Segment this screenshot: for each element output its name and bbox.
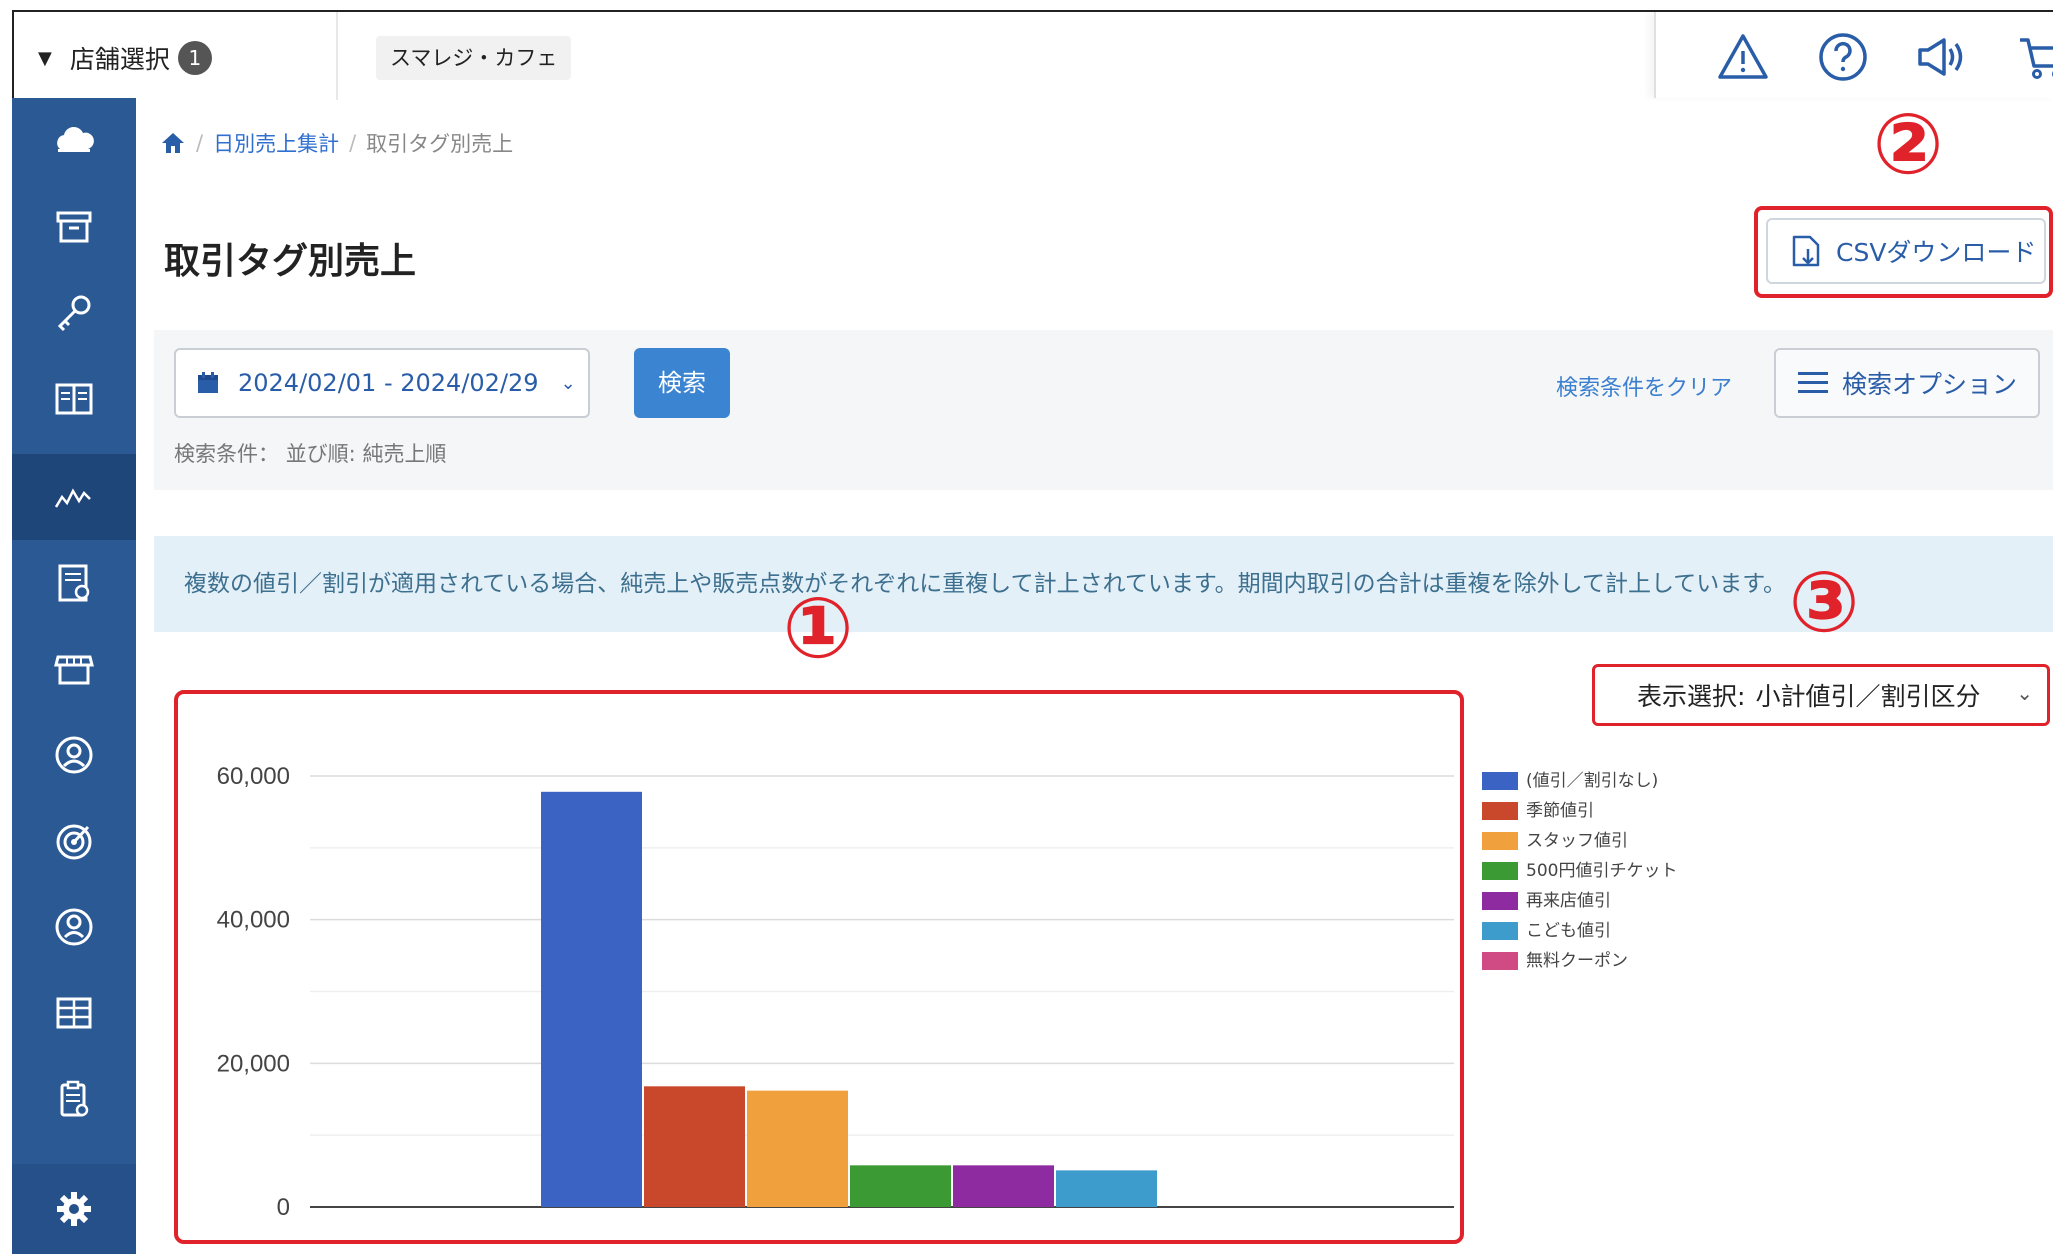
annotation-number-3: ③ bbox=[1788, 553, 1860, 651]
clipboard-icon bbox=[60, 1080, 89, 1117]
sidebar-item-book[interactable] bbox=[12, 356, 136, 442]
legend-label: 無料クーポン bbox=[1526, 951, 1628, 971]
chevron-down-icon: ⌄ bbox=[2016, 681, 2033, 705]
legend-item[interactable]: こども値引 bbox=[1482, 920, 1686, 942]
target-icon bbox=[56, 824, 92, 860]
archive-icon bbox=[56, 211, 92, 243]
annotation-frame-chart bbox=[174, 690, 1464, 1244]
legend-swatch bbox=[1482, 892, 1518, 910]
breadcrumb-separator: / bbox=[196, 131, 204, 155]
cloud-icon bbox=[57, 126, 94, 152]
store-select-label: 店舗選択 bbox=[69, 45, 170, 74]
legend-item[interactable]: (値引／割引なし) bbox=[1482, 770, 1686, 792]
legend-item[interactable]: 季節値引 bbox=[1482, 800, 1686, 822]
home-icon[interactable] bbox=[160, 131, 186, 155]
sidebar-item-cloud[interactable] bbox=[12, 98, 136, 184]
legend-label: (値引／割引なし) bbox=[1526, 771, 1659, 791]
store-select-dropdown[interactable]: ▼ 店舗選択 1 bbox=[38, 40, 212, 76]
key-icon bbox=[57, 295, 91, 332]
gear-icon bbox=[57, 1192, 91, 1226]
breadcrumb: / 日別売上集計 / 取引タグ別売上 bbox=[160, 128, 513, 158]
sidebar-item-archive[interactable] bbox=[12, 184, 136, 270]
legend-item[interactable]: 無料クーポン bbox=[1482, 950, 1686, 972]
legend-swatch bbox=[1482, 802, 1518, 820]
date-range-picker[interactable]: 2024/02/01 - 2024/02/29 ⌄ bbox=[174, 348, 590, 418]
legend-item[interactable]: 500円値引チケット bbox=[1482, 860, 1686, 882]
store-icon bbox=[54, 655, 94, 685]
caret-down-icon: ▼ bbox=[38, 47, 52, 69]
topbar-actions bbox=[1654, 12, 2053, 98]
legend-label: こども値引 bbox=[1526, 921, 1611, 941]
report-icon bbox=[58, 564, 90, 602]
chart-line-icon bbox=[54, 488, 91, 508]
topbar-divider bbox=[336, 12, 338, 100]
sidebar-item-store[interactable] bbox=[12, 626, 136, 712]
csv-download-button[interactable]: CSVダウンロード bbox=[1766, 218, 2046, 284]
legend-swatch bbox=[1482, 862, 1518, 880]
search-conditions-value: 並び順: 純売上順 bbox=[285, 442, 447, 466]
sidebar bbox=[12, 98, 136, 1254]
legend-label: 500円値引チケット bbox=[1526, 861, 1678, 881]
store-count-badge: 1 bbox=[177, 41, 212, 75]
sidebar-item-clipboard[interactable] bbox=[12, 1056, 136, 1142]
breadcrumb-separator: / bbox=[349, 131, 357, 155]
search-options-label: 検索オプション bbox=[1842, 370, 2018, 399]
megaphone-icon[interactable] bbox=[1912, 30, 1966, 84]
display-select-label: 表示選択: bbox=[1637, 682, 1746, 711]
annotation-number-1: ① bbox=[782, 579, 854, 677]
legend-label: 季節値引 bbox=[1526, 801, 1594, 821]
top-bar: ▼ 店舗選択 1 スマレジ・カフェ bbox=[12, 10, 2053, 100]
search-conditions-label: 検索条件： bbox=[174, 442, 279, 466]
legend-item[interactable]: 再来店値引 bbox=[1482, 890, 1686, 912]
legend-swatch bbox=[1482, 832, 1518, 850]
search-panel: 2024/02/01 - 2024/02/29 ⌄ 検索 検索条件： 並び順: … bbox=[154, 330, 2053, 490]
date-range-value: 2024/02/01 - 2024/02/29 bbox=[238, 369, 539, 397]
book-icon bbox=[55, 383, 93, 415]
legend-swatch bbox=[1482, 922, 1518, 940]
sidebar-item-grid[interactable] bbox=[12, 970, 136, 1056]
sidebar-item-settings[interactable] bbox=[12, 1164, 136, 1254]
search-conditions: 検索条件： 並び順: 純売上順 bbox=[174, 438, 446, 468]
sidebar-item-sales-chart[interactable] bbox=[12, 454, 136, 540]
sidebar-item-key[interactable] bbox=[12, 270, 136, 356]
sidebar-item-customer[interactable] bbox=[12, 712, 136, 798]
user-circle-icon bbox=[55, 736, 93, 774]
calendar-icon bbox=[198, 372, 218, 393]
legend-item[interactable]: スタッフ値引 bbox=[1482, 830, 1686, 852]
grid-icon bbox=[56, 997, 92, 1029]
help-icon[interactable] bbox=[1816, 30, 1870, 84]
member-icon bbox=[55, 908, 93, 946]
annotation-number-2: ② bbox=[1872, 95, 1944, 193]
display-select-dropdown[interactable]: 表示選択: 小計値引／割引区分 ⌄ bbox=[1592, 664, 2050, 726]
chevron-down-icon: ⌄ bbox=[560, 372, 576, 394]
warning-icon[interactable] bbox=[1716, 30, 1770, 84]
page-title: 取引タグ別売上 bbox=[164, 241, 417, 282]
search-options-button[interactable]: 検索オプション bbox=[1774, 348, 2040, 418]
display-select-value: 小計値引／割引区分 bbox=[1755, 682, 1981, 711]
sidebar-item-target[interactable] bbox=[12, 798, 136, 884]
csv-download-label: CSVダウンロード bbox=[1836, 238, 2037, 267]
breadcrumb-current: 取引タグ別売上 bbox=[366, 132, 514, 156]
sidebar-item-report[interactable] bbox=[12, 540, 136, 626]
file-download-icon bbox=[1792, 235, 1820, 267]
clear-conditions-link[interactable]: 検索条件をクリア bbox=[1556, 370, 1732, 402]
cart-icon[interactable] bbox=[2016, 30, 2053, 84]
legend-swatch bbox=[1482, 772, 1518, 790]
legend-swatch bbox=[1482, 952, 1518, 970]
menu-icon bbox=[1798, 372, 1828, 393]
sidebar-item-member[interactable] bbox=[12, 884, 136, 970]
info-notice: 複数の値引／割引が適用されている場合、純売上や販売点数がそれぞれに重複して計上さ… bbox=[154, 536, 2053, 632]
current-store-chip[interactable]: スマレジ・カフェ bbox=[376, 36, 572, 80]
breadcrumb-link-daily-sales[interactable]: 日別売上集計 bbox=[213, 128, 339, 158]
legend-label: スタッフ値引 bbox=[1526, 831, 1628, 851]
search-button[interactable]: 検索 bbox=[634, 348, 730, 418]
chart-legend: (値引／割引なし) 季節値引スタッフ値引 500円値引チケット 再来店値引こども値引無… bbox=[1482, 770, 1686, 980]
legend-label: 再来店値引 bbox=[1526, 891, 1611, 911]
